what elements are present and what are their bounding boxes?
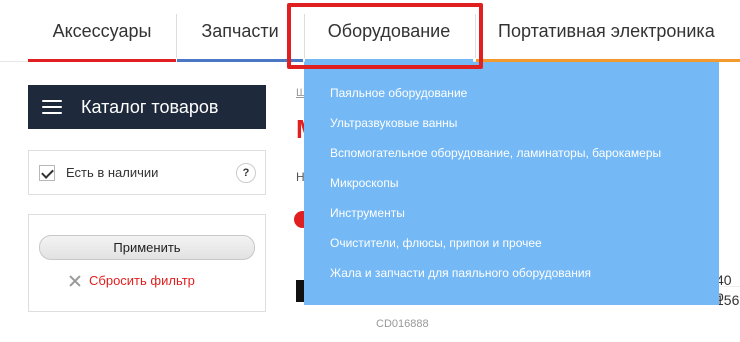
close-icon bbox=[69, 275, 81, 287]
product-sku: CD016888 bbox=[376, 318, 429, 330]
tab-equipment-label: Оборудование bbox=[327, 20, 451, 41]
tab-accessories-underline bbox=[28, 59, 176, 62]
tab-spare-parts[interactable]: Запчасти bbox=[177, 0, 303, 62]
menu-icon bbox=[42, 100, 62, 114]
product-price-secondary: 156 bbox=[716, 292, 740, 308]
filter-actions: Применить Сбросить фильтр bbox=[28, 214, 266, 312]
dropdown-item-tips-and-parts[interactable]: Жала и запчасти для паяльного оборудован… bbox=[330, 266, 719, 296]
equipment-dropdown: Паяльное оборудование Ультразвуковые ван… bbox=[304, 62, 719, 305]
dropdown-item-auxiliary-equipment[interactable]: Вспомогательное оборудование, ламинаторы… bbox=[330, 146, 719, 176]
tab-spare-parts-underline bbox=[177, 59, 303, 62]
dropdown-item-cleaners-fluxes[interactable]: Очистители, флюсы, припои и прочее bbox=[330, 236, 719, 266]
tab-equipment[interactable]: Оборудование bbox=[305, 0, 473, 62]
dropdown-item-soldering-equipment[interactable]: Паяльное оборудование bbox=[330, 86, 719, 116]
dropdown-item-tools[interactable]: Инструменты bbox=[330, 206, 719, 236]
tab-portable-electronics-label: Портативная электроника bbox=[498, 20, 715, 41]
tab-portable-electronics[interactable]: Портативная электроника bbox=[476, 0, 740, 62]
dropdown-item-ultrasonic-baths[interactable]: Ультразвуковые ванны bbox=[330, 116, 719, 146]
tab-accessories[interactable]: Аксессуары bbox=[28, 0, 176, 62]
in-stock-label: Есть в наличии bbox=[66, 165, 159, 180]
catalog-button-label: Каталог товаров bbox=[81, 96, 219, 117]
apply-button[interactable]: Применить bbox=[39, 235, 255, 260]
dropdown-item-microscopes[interactable]: Микроскопы bbox=[330, 176, 719, 206]
in-stock-filter: Есть в наличии ? bbox=[28, 150, 266, 195]
tab-accessories-label: Аксессуары bbox=[52, 20, 152, 41]
reset-filter-label: Сбросить фильтр bbox=[89, 273, 195, 288]
catalog-button[interactable]: Каталог товаров bbox=[28, 85, 266, 129]
in-stock-checkbox[interactable] bbox=[39, 164, 55, 181]
tab-spare-parts-label: Запчасти bbox=[201, 20, 279, 41]
help-icon[interactable]: ? bbox=[236, 163, 256, 183]
reset-filter-link[interactable]: Сбросить фильтр bbox=[69, 273, 195, 288]
category-tabs: Аксессуары Запчасти Оборудование Портати… bbox=[0, 0, 740, 62]
